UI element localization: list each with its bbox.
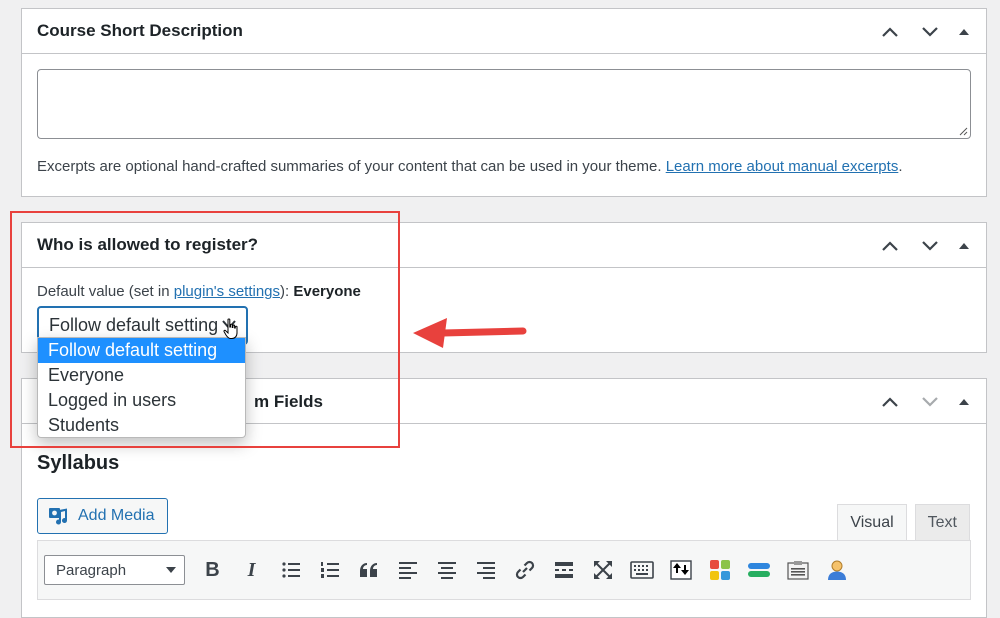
- excerpt-textarea[interactable]: [37, 69, 971, 139]
- caret-up-icon: [959, 28, 969, 35]
- chevron-up-icon: [882, 26, 898, 37]
- tab-visual[interactable]: Visual: [837, 504, 907, 541]
- toggle-panel-button[interactable]: [950, 228, 978, 264]
- plugin-settings-link[interactable]: plugin's settings: [174, 283, 280, 300]
- default-value-line: Default value (set in plugin's settings)…: [37, 283, 971, 300]
- chevron-up-icon: [882, 240, 898, 251]
- syllabus-label: Syllabus: [37, 452, 120, 474]
- dropdown-option-logged-in-users[interactable]: Logged in users: [38, 388, 245, 413]
- toggle-panel-button[interactable]: [950, 14, 978, 50]
- learn-more-link[interactable]: Learn more about manual excerpts: [666, 158, 899, 175]
- move-up-button[interactable]: [870, 14, 910, 50]
- move-down-button[interactable]: [910, 384, 950, 420]
- shortcodes-button[interactable]: [700, 553, 739, 587]
- bulleted-list-icon: [281, 562, 300, 578]
- clipboard-list-icon: [786, 561, 809, 580]
- panel-inside: Excerpts are optional hand-crafted summa…: [22, 54, 986, 175]
- move-down-button[interactable]: [910, 14, 950, 50]
- default-prefix: Default value (set in: [37, 283, 174, 300]
- excerpt-help-text: Excerpts are optional hand-crafted summa…: [37, 158, 971, 175]
- chevron-down-icon: [922, 26, 938, 37]
- default-value: Everyone: [293, 283, 361, 300]
- bold-button[interactable]: B: [193, 553, 232, 587]
- align-right-button[interactable]: [466, 553, 505, 587]
- help-text: Excerpts are optional hand-crafted summa…: [37, 158, 662, 175]
- bulleted-list-button[interactable]: [271, 553, 310, 587]
- fullscreen-icon: [593, 561, 612, 579]
- colored-blocks-icon: [709, 560, 730, 580]
- stacked-bars-icon: [747, 563, 770, 577]
- caret-up-icon: [959, 242, 969, 249]
- postbox-header: Who is allowed to register?: [22, 223, 986, 268]
- dropdown-option-follow-default[interactable]: Follow default setting: [38, 338, 245, 363]
- dropdown-option-students[interactable]: Students: [38, 413, 245, 438]
- caret-down-icon: [166, 567, 176, 573]
- keyboard-icon: [629, 561, 654, 579]
- add-media-label: Add Media: [78, 507, 155, 524]
- course-short-description-box: Course Short Description Excerpts are op…: [21, 8, 987, 197]
- read-more-icon: [554, 562, 573, 578]
- italic-button[interactable]: I: [232, 553, 271, 587]
- resize-grip-icon[interactable]: [958, 126, 968, 136]
- insert-link-button[interactable]: [505, 553, 544, 587]
- hand-cursor-icon: [223, 318, 238, 339]
- add-media-button[interactable]: Add Media: [37, 498, 168, 534]
- toggle-panel-button[interactable]: [950, 384, 978, 420]
- editor-tabs: Visual Text: [829, 504, 970, 541]
- format-select-value: Paragraph: [56, 561, 127, 579]
- move-up-button[interactable]: [870, 228, 910, 264]
- italic-icon: I: [247, 558, 256, 581]
- align-left-button[interactable]: [388, 553, 427, 587]
- fullscreen-button[interactable]: [583, 553, 622, 587]
- align-right-icon: [476, 562, 495, 579]
- postbox-title: Course Short Description: [37, 21, 243, 40]
- move-up-button[interactable]: [870, 384, 910, 420]
- numbered-list-icon: [320, 562, 339, 578]
- upload-download-icon: [669, 560, 692, 580]
- buttons-button[interactable]: [739, 553, 778, 587]
- editor-toolbar: Paragraph B I: [37, 540, 971, 600]
- dropdown-option-everyone[interactable]: Everyone: [38, 363, 245, 388]
- handle-actions: [870, 379, 978, 424]
- chevron-down-icon: [922, 396, 938, 407]
- upload-download-button[interactable]: [661, 553, 700, 587]
- user-icon: [827, 560, 846, 580]
- help-end: .: [898, 158, 903, 175]
- postbox-title: Who is allowed to register?: [37, 235, 259, 254]
- user-button[interactable]: [817, 553, 856, 587]
- chevron-down-icon: [922, 240, 938, 251]
- align-center-button[interactable]: [427, 553, 466, 587]
- caret-up-icon: [959, 398, 969, 405]
- handle-actions: [870, 9, 978, 54]
- table-button[interactable]: [778, 553, 817, 587]
- link-icon: [515, 560, 534, 580]
- numbered-list-button[interactable]: [310, 553, 349, 587]
- read-more-button[interactable]: [544, 553, 583, 587]
- handle-actions: [870, 223, 978, 268]
- chevron-up-icon: [882, 396, 898, 407]
- toolbar-toggle-button[interactable]: [622, 553, 661, 587]
- move-down-button[interactable]: [910, 228, 950, 264]
- default-suffix: ):: [280, 283, 294, 300]
- align-center-icon: [437, 562, 456, 579]
- align-left-icon: [398, 562, 417, 579]
- blockquote-button[interactable]: [349, 553, 388, 587]
- postbox-title: m Fields: [254, 392, 323, 411]
- select-value: Follow default setting: [49, 315, 219, 335]
- format-select[interactable]: Paragraph: [44, 555, 185, 585]
- register-options-dropdown: Follow default setting Everyone Logged i…: [37, 337, 246, 438]
- bold-icon: B: [205, 558, 220, 581]
- media-icon: [49, 508, 68, 525]
- postbox-header: Course Short Description: [22, 9, 986, 54]
- quote-icon: [359, 563, 377, 577]
- red-arrow-icon: [413, 318, 527, 348]
- tab-text[interactable]: Text: [914, 504, 970, 541]
